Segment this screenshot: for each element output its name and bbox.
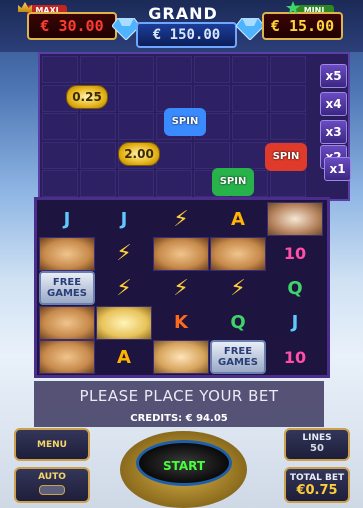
lightning-bolt-icon: ⚡ [173,206,189,232]
total-bet-label: TOTAL BET [289,473,345,483]
symbol-a: A [117,346,131,368]
bonus-cell [42,113,78,140]
bonus-cell [118,84,154,112]
bonus-cell [118,170,154,197]
star-icon [286,1,300,14]
symbol-k: K [174,312,188,333]
spin-star-icon: SPIN [212,168,254,196]
bonus-cell [80,141,116,169]
bonus-cell [232,113,268,140]
symbol-j: J [120,208,128,230]
spin-crown-icon: SPIN [265,143,307,171]
multiplier-badge: x1 [324,157,351,181]
diamond-icon-right [236,18,264,40]
multiplier-badge: x5 [320,64,347,88]
total-bet-value: €0.75 [296,483,338,498]
menu-button[interactable]: MENU [14,428,90,461]
bonus-cell [194,56,230,83]
lines-value: 50 [310,443,324,454]
reels-area: J FREE GAMES J ⚡ ⚡ A ⚡ ⚡ K A ⚡ Q FREE GAMES 10 Q J 10 [34,197,330,378]
bonus-cell [270,113,306,140]
mini-value: € 15.00 [262,12,343,40]
symbol-hero [210,236,266,271]
symbol-hermes [96,305,152,340]
maxi-value: € 30.00 [27,12,117,40]
symbol-woman [153,340,209,374]
grand-value: € 150.00 [136,22,237,48]
bonus-cell [42,141,78,169]
bonus-cell [232,84,268,112]
bonus-cell [42,56,78,83]
credits-display: CREDITS: € 94.05 [34,411,324,427]
free-games-symbol: FREE GAMES [210,340,266,374]
bonus-cell [42,170,78,197]
bonus-cell [270,84,306,112]
bonus-cell [80,170,116,197]
lightning-bolt-icon: ⚡ [230,275,246,301]
symbol-10: 10 [283,347,307,367]
bonus-cell [270,56,306,83]
bonus-cell [80,113,116,140]
symbol-j: J [63,208,71,230]
symbol-a: A [231,208,245,230]
start-button[interactable]: START [136,440,232,486]
lines-panel[interactable]: LINES 50 [284,428,350,461]
bonus-cell [118,56,154,83]
auto-button[interactable]: AUTO [14,467,90,503]
multiplier-badge: x3 [320,120,347,144]
symbol-hero [39,305,95,340]
lightning-bolt-icon: ⚡ [116,275,132,301]
grand-label: GRAND [148,4,218,23]
symbol-q: Q [287,277,303,299]
bonus-cell [80,56,116,83]
bonus-cell [156,141,192,169]
coin-value: 0.25 [66,85,108,109]
symbol-10: 10 [283,244,307,263]
bonus-cell [270,170,306,197]
spin-diamond-icon: SPIN [164,108,206,136]
symbol-hero [39,236,95,271]
bonus-cell [194,141,230,169]
bonus-cell [232,56,268,83]
symbol-hero [39,340,95,374]
total-bet-panel[interactable]: TOTAL BET €0.75 [284,467,350,503]
bonus-cell [118,113,154,140]
bonus-cell [232,141,268,169]
symbol-zeus [267,202,323,236]
bonus-cell [156,170,192,197]
free-games-symbol: FREE GAMES [39,271,95,305]
lines-label: LINES [302,433,332,443]
auto-label: AUTO [38,472,66,482]
multiplier-badge: x4 [320,92,347,116]
status-message: PLEASE PLACE YOUR BET [34,381,324,411]
menu-label: MENU [37,440,67,450]
auto-toggle[interactable] [39,485,65,495]
bonus-cell [156,56,192,83]
symbol-q: Q [230,312,246,333]
lightning-bolt-icon: ⚡ [116,241,132,266]
symbol-j: J [291,312,299,333]
lightning-bolt-icon: ⚡ [173,275,189,301]
symbol-hero [153,236,209,271]
coin-value: 2.00 [118,142,160,166]
